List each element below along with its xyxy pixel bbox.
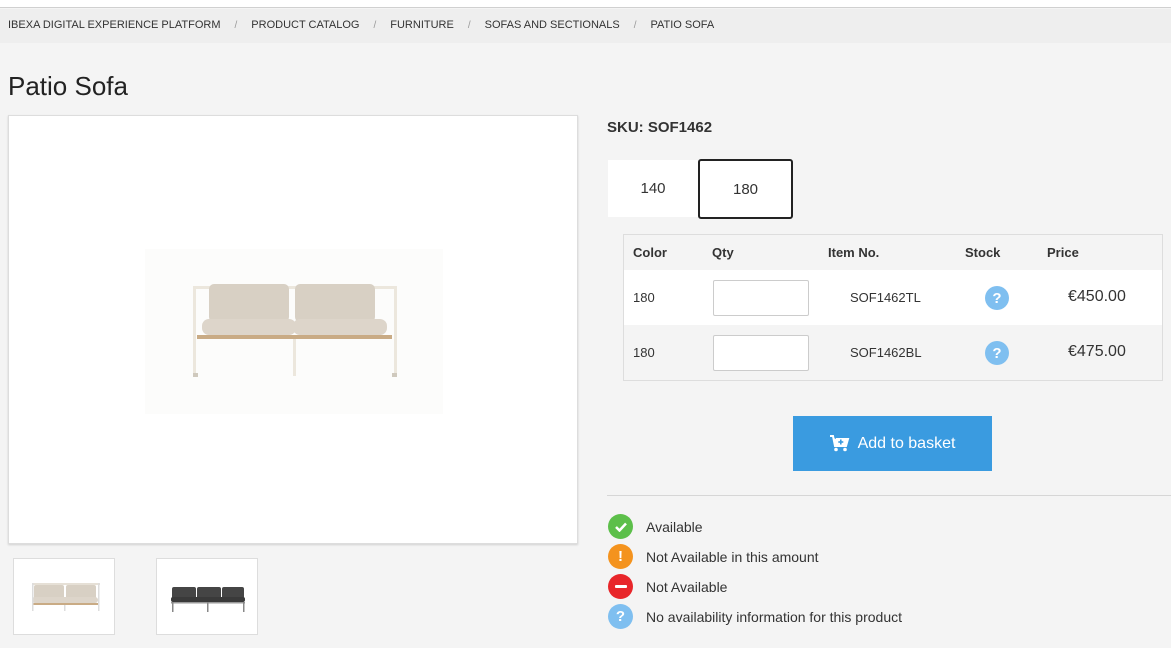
header-price: Price [1047, 245, 1079, 260]
legend-label: No availability information for this pro… [646, 608, 903, 625]
variant-option-180-selected[interactable]: 180 [698, 159, 793, 219]
dark-sofa-thumbnail-image [171, 587, 245, 612]
qty-input[interactable] [713, 335, 809, 371]
header-item-no: Item No. [828, 245, 880, 260]
exclamation-icon: ! [608, 544, 633, 569]
variant-table: Color Qty Item No. Stock Price 180 SOF14… [623, 234, 1163, 381]
header-color: Color [633, 245, 667, 260]
breadcrumb-item-platform[interactable]: IBEXA DIGITAL EXPERIENCE PLATFORM [8, 19, 221, 31]
breadcrumb-item-furniture[interactable]: FURNITURE [390, 19, 454, 31]
breadcrumb-separator: / [234, 19, 238, 31]
row-item-no: SOF1462BL [850, 345, 922, 360]
legend-label: Not Available [646, 578, 728, 595]
row-price: €450.00 [1068, 288, 1126, 305]
legend-label: Not Available in this amount [646, 548, 819, 565]
add-to-basket-button[interactable]: Add to basket [793, 416, 992, 471]
breadcrumb-separator: / [467, 19, 471, 31]
top-bar [0, 0, 1171, 8]
legend-item-not-available-amount: ! Not Available in this amount [608, 544, 819, 569]
legend-label: Available [646, 518, 703, 535]
beige-sofa-thumbnail-image [32, 583, 100, 611]
thumbnail-dark-sofa[interactable] [156, 558, 258, 635]
qty-input[interactable] [713, 280, 809, 316]
header-stock: Stock [965, 245, 1001, 260]
sofa-image [193, 284, 397, 377]
row-item-no: SOF1462TL [850, 290, 921, 305]
header-qty: Qty [712, 245, 734, 260]
thumbnail-beige-sofa[interactable] [13, 558, 115, 635]
question-icon: ? [985, 341, 1009, 365]
breadcrumb-separator: / [633, 19, 637, 31]
table-row: 180 SOF1462BL ? €475.00 [624, 325, 1162, 380]
question-icon: ? [985, 286, 1009, 310]
legend-item-available: Available [608, 514, 703, 539]
legend-item-not-available: Not Available [608, 574, 727, 599]
table-header: Color Qty Item No. Stock Price [624, 235, 1162, 270]
product-sku: SKU: SOF1462 [607, 119, 713, 136]
breadcrumb: IBEXA DIGITAL EXPERIENCE PLATFORM / PROD… [8, 18, 714, 32]
row-color: 180 [633, 345, 655, 360]
add-to-basket-label: Add to basket [857, 434, 956, 452]
main-product-image[interactable] [8, 115, 578, 544]
minus-icon [608, 574, 633, 599]
page-title: Patio Sofa [8, 71, 128, 101]
row-price: €475.00 [1068, 343, 1126, 360]
divider [607, 495, 1171, 496]
row-color: 180 [633, 290, 655, 305]
breadcrumb-item-product-catalog[interactable]: PRODUCT CATALOG [251, 19, 359, 31]
breadcrumb-item-current[interactable]: PATIO SOFA [650, 19, 714, 31]
breadcrumb-item-sofas[interactable]: SOFAS AND SECTIONALS [485, 19, 620, 31]
variant-option-140[interactable]: 140 [608, 160, 698, 217]
breadcrumb-separator: / [373, 19, 377, 31]
legend-item-no-info: ? No availability information for this p… [608, 604, 902, 629]
question-icon: ? [608, 604, 633, 629]
basket-plus-icon [829, 435, 849, 452]
table-row: 180 SOF1462TL ? €450.00 [624, 270, 1162, 325]
check-icon [608, 514, 633, 539]
